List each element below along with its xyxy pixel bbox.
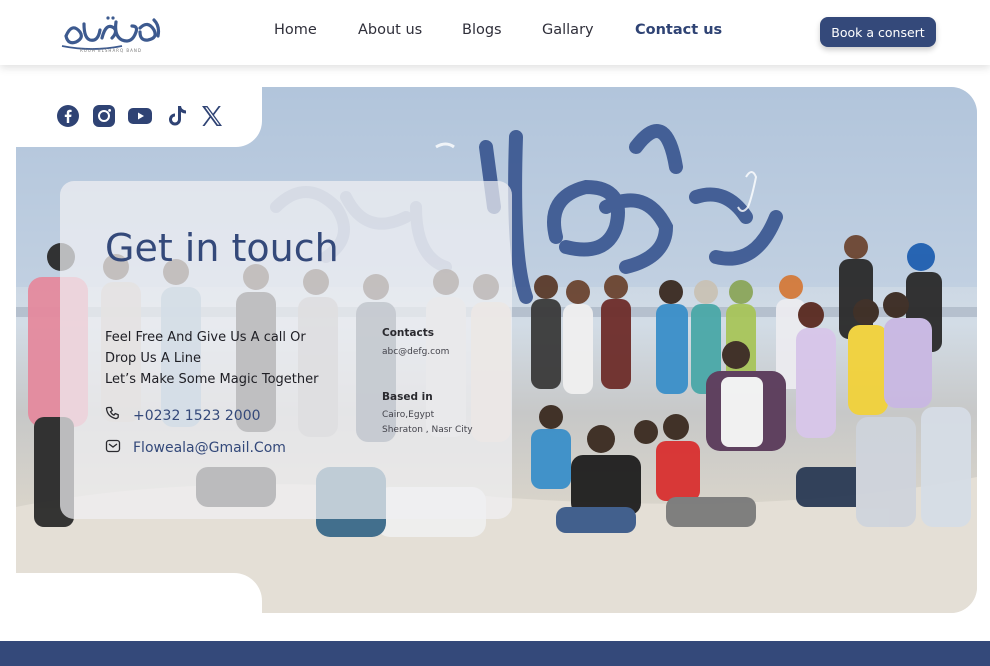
nav-gallery[interactable]: Gallary — [542, 22, 594, 38]
contacts-block: Contacts abc@defg.com — [382, 327, 449, 360]
email-row[interactable]: Floweala@Gmail.Com — [105, 438, 286, 458]
based-heading: Based in — [382, 391, 433, 403]
nav-about-us[interactable]: About us — [358, 22, 422, 38]
mail-icon — [105, 438, 121, 458]
bottom-cutout — [0, 573, 262, 623]
tagline-line: Drop Us A Line — [105, 351, 201, 366]
phone-number[interactable]: +0232 1523 2000 — [133, 408, 261, 424]
email-address[interactable]: Floweala@Gmail.Com — [133, 440, 286, 456]
nav-home[interactable]: Home — [274, 22, 317, 38]
phone-icon — [105, 406, 121, 426]
book-concert-button[interactable]: Book a consert — [820, 17, 936, 47]
nav-contact-us[interactable]: Contact us — [635, 22, 722, 38]
facebook-icon[interactable] — [56, 104, 80, 128]
phone-row[interactable]: +0232 1523 2000 — [105, 406, 261, 426]
youtube-icon[interactable] — [128, 104, 152, 128]
tagline-line: Feel Free And Give Us A call Or — [105, 330, 306, 345]
location-line: Sheraton , Nasr City — [382, 425, 473, 435]
social-links — [56, 104, 224, 132]
logo-subtitle: ROUH ELSHARQ BAND — [80, 48, 142, 53]
contacts-heading: Contacts — [382, 327, 434, 339]
footer-bar — [0, 641, 990, 666]
location-line: Cairo,Egypt — [382, 410, 435, 420]
tagline-line: Let’s Make Some Magic Together — [105, 372, 319, 387]
location-block: Based in Cairo,Egypt Sheraton , Nasr Cit… — [382, 391, 473, 438]
contacts-email[interactable]: abc@defg.com — [382, 345, 449, 360]
contact-tagline: Feel Free And Give Us A call Or Drop Us … — [105, 327, 365, 390]
site-header: ROUH ELSHARQ BAND Home About us Blogs Ga… — [0, 0, 990, 65]
contact-title: Get in touch — [105, 226, 339, 270]
instagram-icon[interactable] — [92, 104, 116, 128]
tiktok-icon[interactable] — [164, 104, 188, 128]
nav-blogs[interactable]: Blogs — [462, 22, 502, 38]
x-icon[interactable] — [200, 104, 224, 128]
